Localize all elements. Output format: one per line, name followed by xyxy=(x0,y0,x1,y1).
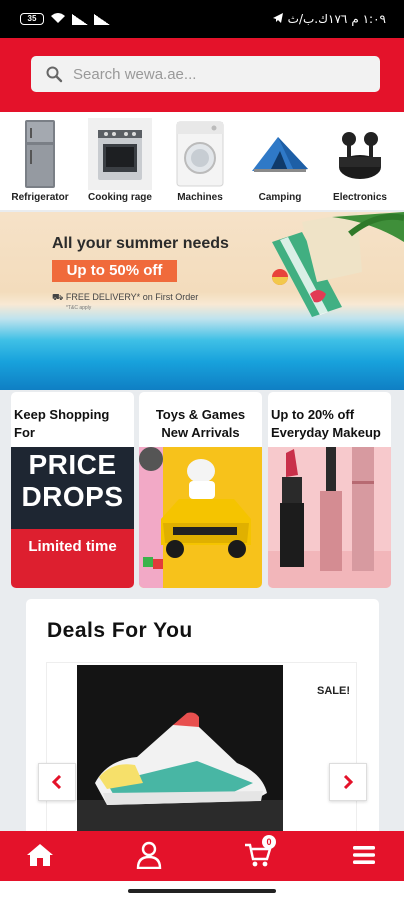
gesture-area xyxy=(0,881,404,900)
banner-delivery: ⛟ FREE DELIVERY* on First Order xyxy=(52,292,198,304)
status-bar: 35 ١:٠٩ م ١٧٦ك.ب/ث xyxy=(0,0,404,38)
banner-terms: *T&C apply xyxy=(66,305,92,311)
category-label: Machines xyxy=(177,192,223,203)
earbuds-icon xyxy=(328,118,392,190)
signal-icon xyxy=(72,13,88,25)
telegram-icon xyxy=(272,12,284,27)
deal-sale-text: SALE! xyxy=(317,685,350,697)
category-machines[interactable]: Machines xyxy=(160,112,240,210)
price-word: PRICE xyxy=(28,449,117,480)
category-label: Refrigerator xyxy=(11,192,69,203)
deal-image-sneaker[interactable] xyxy=(77,665,283,840)
refrigerator-icon xyxy=(8,118,72,190)
search-input[interactable] xyxy=(73,65,353,83)
deal-carousel[interactable]: SALE! xyxy=(46,662,357,840)
promo-title: Keep Shopping For xyxy=(14,407,110,440)
promo-card-price-drops[interactable]: Keep Shopping For PRICE DROPS Limited ti… xyxy=(11,392,134,588)
bottom-nav: 0 xyxy=(0,831,404,881)
category-camping[interactable]: Camping xyxy=(240,112,320,210)
promo-title: Toys & Games New Arrivals xyxy=(155,407,246,440)
home-gesture-bar[interactable] xyxy=(128,889,276,893)
home-icon xyxy=(27,844,53,866)
menu-icon xyxy=(353,846,375,864)
nav-account-button[interactable] xyxy=(133,839,165,871)
category-refrigerator[interactable]: Refrigerator xyxy=(0,112,80,210)
promo-card-makeup[interactable]: Up to 20% off Everyday Makeup xyxy=(268,392,391,588)
category-cooking-range[interactable]: Cooking rage xyxy=(80,112,160,210)
nav-home-button[interactable] xyxy=(24,839,56,871)
deals-section: Deals For You SALE! xyxy=(26,599,379,840)
category-electronics[interactable]: Electronics xyxy=(320,112,400,210)
battery-icon: 35 xyxy=(20,13,44,25)
header xyxy=(0,38,404,112)
category-label: Cooking rage xyxy=(88,192,152,203)
summer-banner[interactable]: All your summer needs Up to 50% off ⛟ FR… xyxy=(0,212,404,390)
data-rate: ١٧٦ك.ب/ث xyxy=(287,12,348,26)
banner-title: All your summer needs xyxy=(52,235,229,252)
carousel-next-button[interactable] xyxy=(329,763,367,801)
wifi-icon xyxy=(50,12,66,27)
cart-count-badge: 0 xyxy=(262,835,276,849)
promo-cards: Keep Shopping For PRICE DROPS Limited ti… xyxy=(11,392,391,588)
promo-title: Up to 20% off Everyday Makeup xyxy=(271,407,381,440)
signal-icon-2 xyxy=(94,13,110,25)
makeup-image xyxy=(268,447,391,588)
promo-card-toys[interactable]: Toys & Games New Arrivals xyxy=(139,392,262,588)
search-icon xyxy=(46,66,63,83)
limited-time-text: Limited time xyxy=(28,538,117,555)
carousel-prev-button[interactable] xyxy=(38,763,76,801)
tent-icon xyxy=(248,118,312,190)
account-icon xyxy=(136,841,162,869)
search-bar[interactable] xyxy=(31,56,380,92)
category-label: Camping xyxy=(258,192,302,203)
nav-menu-button[interactable] xyxy=(348,839,380,871)
category-strip[interactable]: Refrigerator Cooking rage Machines Campi… xyxy=(0,112,404,210)
banner-offer: Up to 50% off xyxy=(52,260,177,282)
drops-word: DROPS xyxy=(21,481,124,512)
nav-cart-button[interactable]: 0 xyxy=(242,835,276,871)
chevron-right-icon xyxy=(343,775,354,789)
washing-machine-icon xyxy=(168,118,232,190)
chevron-left-icon xyxy=(51,775,62,789)
clock: ١:٠٩ م xyxy=(351,12,386,26)
cooking-range-icon xyxy=(88,118,152,190)
category-label: Electronics xyxy=(333,192,387,203)
truck-icon: ⛟ xyxy=(52,292,66,302)
delivery-text: FREE DELIVERY* on First Order xyxy=(65,292,199,302)
toy-car-image xyxy=(139,447,262,588)
deals-title: Deals For You xyxy=(47,619,193,642)
beach-illustration xyxy=(272,212,404,317)
price-drops-image: PRICE DROPS Limited time xyxy=(11,447,134,588)
